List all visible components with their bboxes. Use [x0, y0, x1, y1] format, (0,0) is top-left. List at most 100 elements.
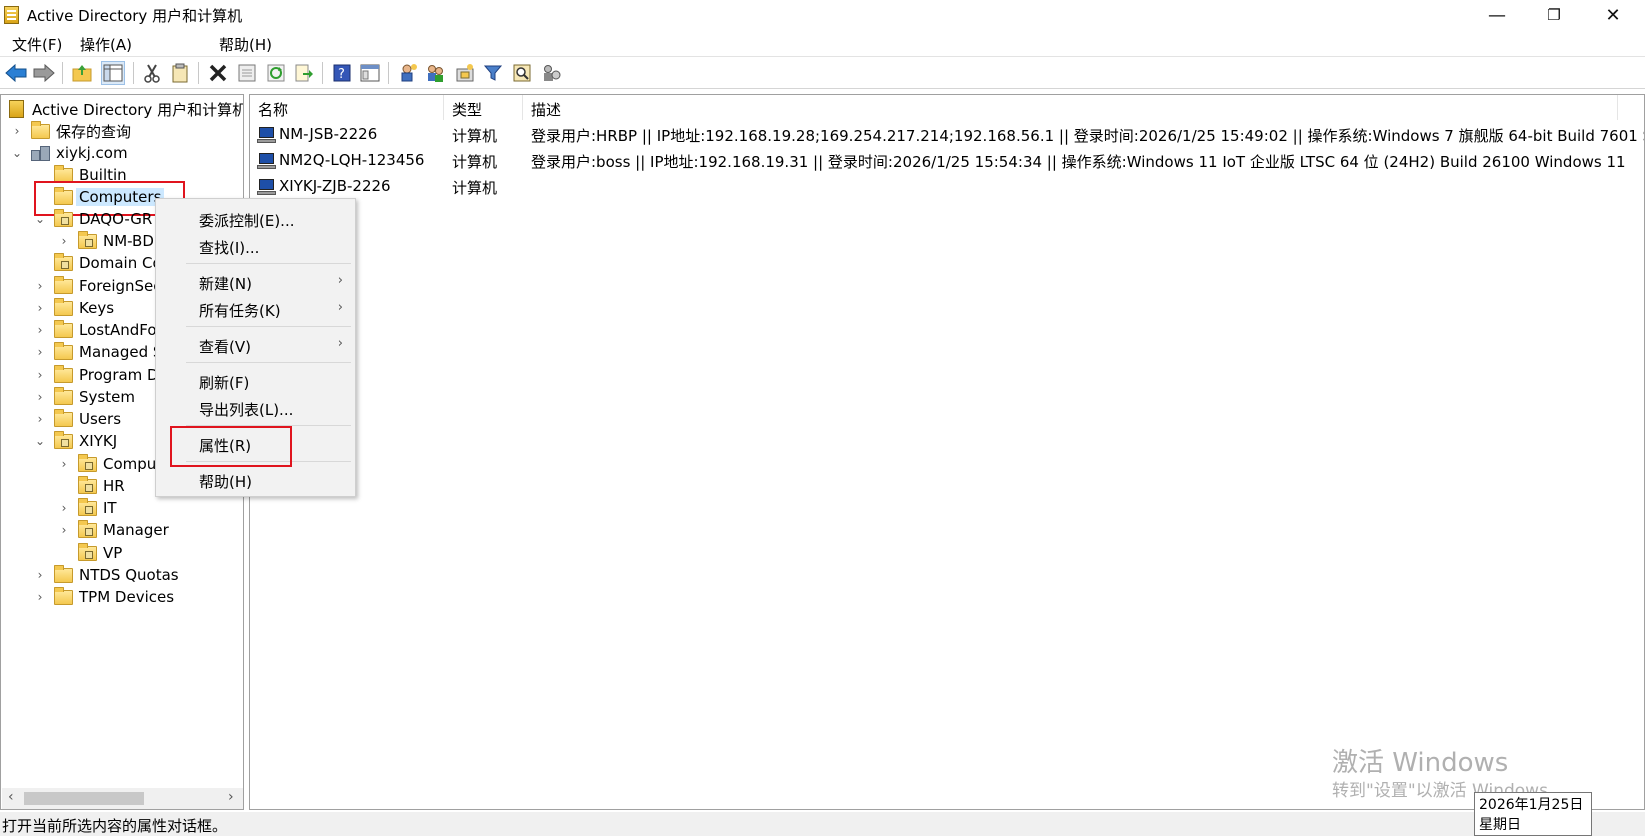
- window-title: Active Directory 用户和计算机: [27, 7, 243, 25]
- tree-item-saved-queries[interactable]: 保存的查询: [31, 120, 131, 142]
- table-row[interactable]: XIYKJ-ZJB-2226 计算机: [250, 174, 1630, 200]
- folder-icon: [54, 319, 73, 338]
- delete-icon[interactable]: [206, 61, 230, 85]
- refresh-icon[interactable]: [264, 61, 288, 85]
- tree-item-tpm-devices[interactable]: TPM Devices: [54, 586, 174, 608]
- expand-chevron-icon[interactable]: ›: [33, 364, 47, 386]
- minimize-button[interactable]: —: [1469, 0, 1525, 30]
- tree-item-daqo[interactable]: DAQO-GR: [54, 208, 152, 230]
- tree-item-ntds-quotas[interactable]: NTDS Quotas: [54, 564, 179, 586]
- tree-item-system[interactable]: System: [54, 386, 135, 408]
- up-folder-icon[interactable]: [70, 61, 94, 85]
- tree-item-keys[interactable]: Keys: [54, 297, 114, 319]
- cut-icon[interactable]: [140, 61, 164, 85]
- tree-item-label: 保存的查询: [56, 122, 132, 141]
- expand-chevron-icon[interactable]: ›: [33, 586, 47, 608]
- expand-chevron-icon[interactable]: ›: [57, 497, 71, 519]
- tree-item-domain-controllers[interactable]: Domain Co: [54, 252, 162, 274]
- computer-icon: [257, 127, 276, 143]
- column-header-name[interactable]: 名称: [250, 95, 444, 120]
- console-tree-icon[interactable]: [358, 61, 382, 85]
- expand-chevron-icon[interactable]: ›: [57, 519, 71, 541]
- menu-item-export-list[interactable]: 导出列表(L)...: [199, 399, 293, 420]
- expand-chevron-icon[interactable]: ›: [33, 275, 47, 297]
- tree-item-program-data[interactable]: Program Da: [54, 364, 168, 386]
- ou-folder-icon: [78, 475, 97, 494]
- expand-chevron-icon[interactable]: ›: [33, 341, 47, 363]
- tree-item-hr[interactable]: HR: [78, 475, 125, 497]
- forward-arrow-icon[interactable]: [32, 61, 56, 85]
- tree-horizontal-scrollbar[interactable]: ‹ ›: [2, 788, 243, 809]
- tree-item-label: VP: [103, 544, 123, 562]
- column-header-description[interactable]: 描述: [523, 95, 1618, 120]
- tree-item-manager[interactable]: Manager: [78, 519, 169, 541]
- result-list[interactable]: 名称 类型 描述 NM-JSB-2226 计算机 登录用户:HRBP || IP…: [249, 94, 1645, 810]
- menu-item-refresh[interactable]: 刷新(F): [199, 372, 249, 393]
- row-description: 登录用户:boss || IP地址:192.168.19.31 || 登录时间:…: [531, 153, 1626, 171]
- menu-item-all-tasks[interactable]: 所有任务(K): [199, 300, 281, 321]
- tree-item-label: System: [79, 388, 135, 406]
- tree-item-nm-bd[interactable]: NM-BD: [78, 230, 154, 252]
- scroll-right-arrow-icon[interactable]: ›: [228, 789, 234, 805]
- close-button[interactable]: ✕: [1585, 0, 1641, 30]
- tree-item-label: LostAndFou: [79, 321, 167, 339]
- collapse-chevron-icon[interactable]: ⌄: [10, 142, 24, 164]
- filter-icon[interactable]: [481, 61, 505, 85]
- tree-item-lost-and-found[interactable]: LostAndFou: [54, 319, 166, 341]
- menu-help[interactable]: 帮助(H): [219, 34, 272, 55]
- tree-item-foreign-security[interactable]: ForeignSec: [54, 275, 162, 297]
- tree-item-vp[interactable]: VP: [78, 542, 122, 564]
- menu-item-view[interactable]: 查看(V): [199, 336, 251, 357]
- folder-icon: [54, 586, 73, 605]
- expand-chevron-icon[interactable]: ›: [57, 453, 71, 475]
- scrollbar-thumb[interactable]: [24, 792, 144, 805]
- ou-folder-icon: [54, 430, 73, 449]
- restore-button[interactable]: ❐: [1526, 0, 1582, 30]
- copy-icon[interactable]: [168, 61, 192, 85]
- ou-folder-icon: [54, 208, 73, 227]
- menu-item-help[interactable]: 帮助(H): [199, 471, 252, 492]
- tree-item-managed-service[interactable]: Managed S: [54, 341, 162, 363]
- tree-item-xiykj[interactable]: XIYKJ: [54, 430, 117, 452]
- column-header-type[interactable]: 类型: [444, 95, 523, 120]
- submenu-arrow-icon: ›: [337, 300, 343, 315]
- expand-chevron-icon[interactable]: ›: [33, 297, 47, 319]
- menu-item-delegate-control[interactable]: 委派控制(E)...: [199, 210, 295, 231]
- menu-item-new[interactable]: 新建(N): [199, 273, 252, 294]
- expand-chevron-icon[interactable]: ›: [10, 120, 24, 142]
- help-icon[interactable]: ?: [330, 61, 354, 85]
- collapse-chevron-icon[interactable]: ⌄: [33, 208, 47, 230]
- tooltip-date: 2026年1月25日: [1479, 797, 1584, 813]
- expand-chevron-icon[interactable]: ›: [57, 230, 71, 252]
- expand-chevron-icon[interactable]: ›: [33, 319, 47, 341]
- expand-chevron-icon[interactable]: ›: [33, 408, 47, 430]
- tree-item-users[interactable]: Users: [54, 408, 121, 430]
- tree-item-label: DAQO-GR: [79, 210, 153, 228]
- table-row[interactable]: NM2Q-LQH-123456 计算机 登录用户:boss || IP地址:19…: [250, 148, 1630, 174]
- export-list-icon[interactable]: [292, 61, 316, 85]
- menu-file[interactable]: 文件(F): [12, 34, 62, 55]
- back-arrow-icon[interactable]: [4, 61, 28, 85]
- properties-icon[interactable]: [235, 61, 259, 85]
- expand-chevron-icon[interactable]: ›: [33, 386, 47, 408]
- tree-item-it[interactable]: IT: [78, 497, 117, 519]
- tree-root-label: Active Directory 用户和计算机 [: [32, 100, 244, 119]
- collapse-chevron-icon[interactable]: ⌄: [33, 430, 47, 452]
- tree-item-domain[interactable]: xiykj.com: [31, 142, 128, 164]
- tree-root[interactable]: Active Directory 用户和计算机 [: [9, 98, 244, 120]
- table-row[interactable]: NM-JSB-2226 计算机 登录用户:HRBP || IP地址:192.16…: [250, 122, 1644, 148]
- new-group-icon[interactable]: [424, 61, 448, 85]
- menu-item-find[interactable]: 查找(I)...: [199, 237, 259, 258]
- find-icon[interactable]: [510, 61, 534, 85]
- expand-chevron-icon[interactable]: ›: [33, 564, 47, 586]
- ou-folder-icon: [78, 519, 97, 538]
- add-to-group-icon[interactable]: [539, 61, 563, 85]
- tree-item-xiykj-computers[interactable]: Compu: [78, 453, 156, 475]
- tree-item-label: xiykj.com: [56, 144, 128, 162]
- scroll-left-arrow-icon[interactable]: ‹: [8, 789, 14, 805]
- folder-icon: [54, 341, 73, 360]
- new-user-icon[interactable]: [396, 61, 420, 85]
- new-ou-icon[interactable]: [453, 61, 477, 85]
- menu-action[interactable]: 操作(A): [80, 34, 132, 55]
- show-hide-tree-icon[interactable]: [101, 61, 125, 85]
